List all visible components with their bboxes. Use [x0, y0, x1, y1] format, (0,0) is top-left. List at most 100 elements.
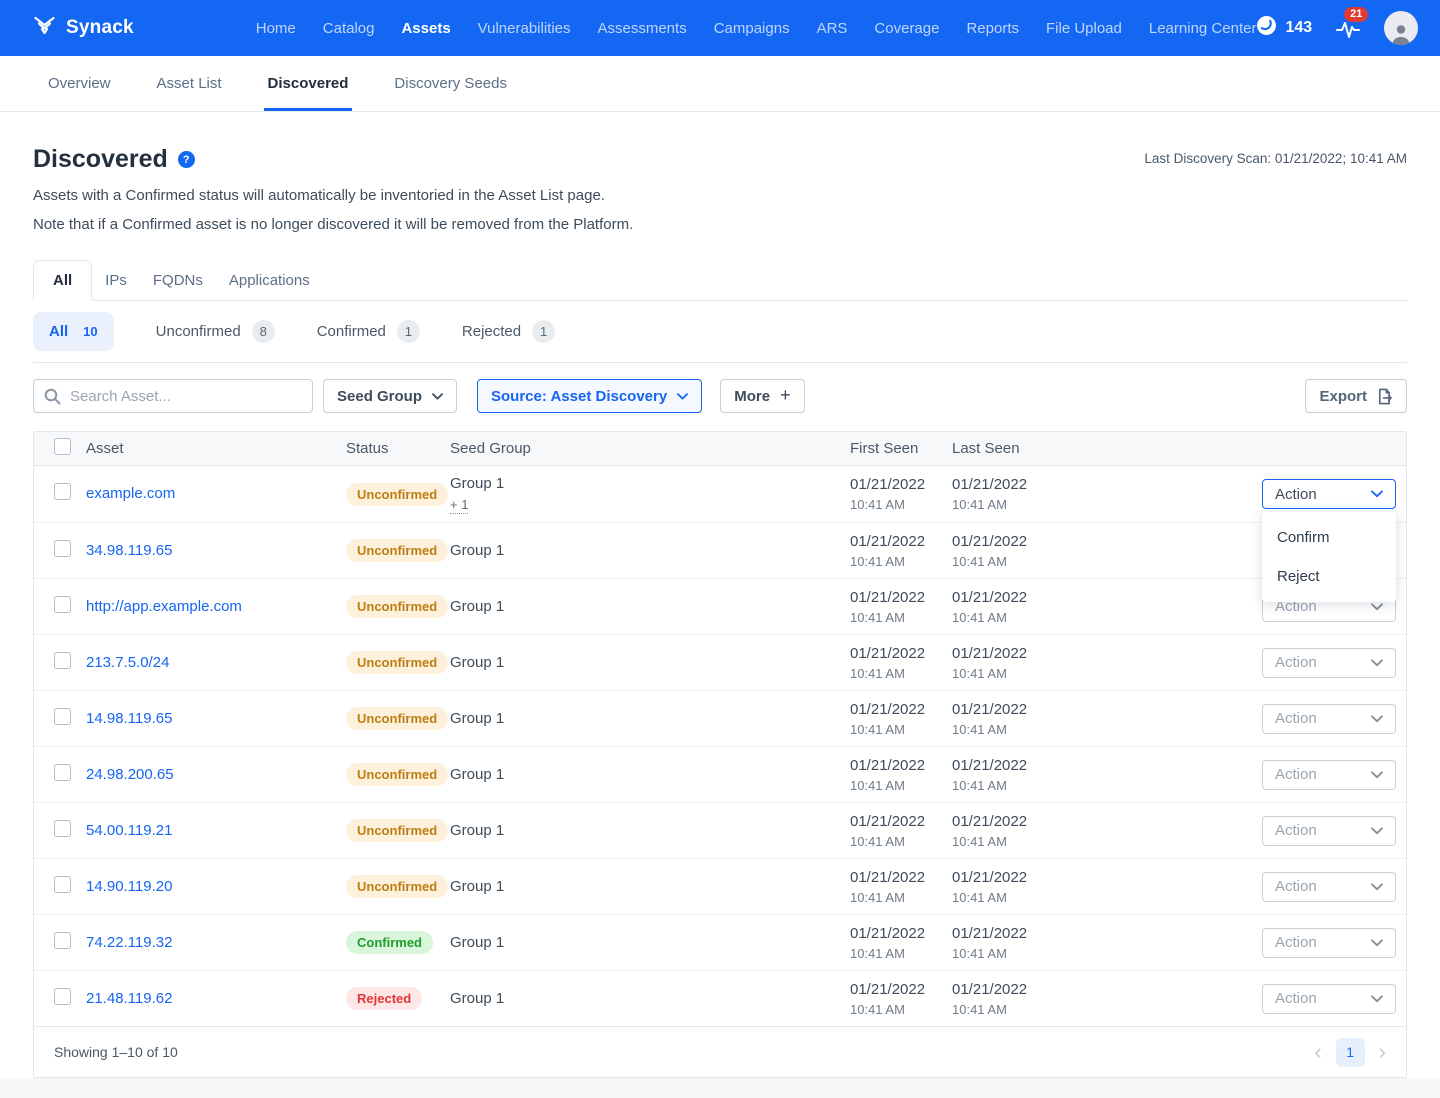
action-dropdown-button[interactable]: Action — [1262, 816, 1396, 846]
previous-page-button[interactable]: ‹ — [1314, 1041, 1321, 1063]
asset-type-tab[interactable]: Applications — [216, 261, 323, 300]
status-badge: Unconfirmed — [346, 651, 448, 674]
top-nav-item[interactable]: Catalog — [323, 20, 375, 37]
asset-link[interactable]: http://app.example.com — [86, 598, 242, 615]
top-nav-item[interactable]: Campaigns — [714, 20, 790, 37]
row-checkbox[interactable] — [54, 708, 71, 725]
asset-link[interactable]: 74.22.119.32 — [86, 934, 172, 951]
discovered-assets-table: Asset Status Seed Group First Seen Last … — [33, 431, 1407, 1078]
help-icon[interactable]: ? — [178, 151, 195, 168]
asset-link[interactable]: 14.90.119.20 — [86, 878, 172, 895]
top-nav-item[interactable]: Assessments — [598, 20, 687, 37]
credits-indicator[interactable]: 143 — [1256, 15, 1312, 41]
row-checkbox[interactable] — [54, 820, 71, 837]
next-page-button[interactable]: › — [1379, 1041, 1386, 1063]
asset-link[interactable]: example.com — [86, 485, 175, 502]
status-filter[interactable]: All 10 — [33, 312, 114, 351]
subnav-item[interactable]: Overview — [44, 56, 115, 111]
last-seen-date: 01/21/2022 — [952, 701, 1230, 718]
asset-link[interactable]: 21.48.119.62 — [86, 990, 172, 1007]
action-dropdown-button[interactable]: Action — [1262, 872, 1396, 902]
action-cell: Action Confirm Reject — [1230, 928, 1406, 958]
row-checkbox[interactable] — [54, 764, 71, 781]
row-checkbox[interactable] — [54, 932, 71, 949]
row-checkbox[interactable] — [54, 596, 71, 613]
seed-group-extra[interactable]: + 1 — [450, 497, 468, 514]
action-dropdown-button[interactable]: Action — [1262, 479, 1396, 509]
last-seen-date: 01/21/2022 — [952, 533, 1230, 550]
seed-group-label: Seed Group — [337, 388, 422, 405]
first-seen-time: 10:41 AM — [850, 890, 952, 905]
avatar[interactable] — [1384, 11, 1418, 45]
first-seen-date: 01/21/2022 — [850, 981, 952, 998]
action-dropdown-button[interactable]: Action — [1262, 648, 1396, 678]
action-dropdown-button[interactable]: Action — [1262, 704, 1396, 734]
seed-group-value: Group 1 — [450, 822, 850, 839]
status-filter[interactable]: Confirmed 1 — [317, 312, 420, 351]
top-nav-item[interactable]: Assets — [401, 20, 450, 37]
column-header-status: Status — [346, 440, 450, 457]
action-menu-item-confirm[interactable]: Confirm — [1262, 518, 1396, 557]
page-number-button[interactable]: 1 — [1336, 1038, 1365, 1067]
status-filter[interactable]: Unconfirmed 8 — [156, 312, 275, 351]
action-menu-item-reject[interactable]: Reject — [1262, 557, 1396, 596]
asset-sub-navigation: Overview Asset List Discovered Discovery Se… — [0, 56, 1440, 112]
action-dropdown-button[interactable]: Action — [1262, 928, 1396, 958]
last-seen-date: 01/21/2022 — [952, 869, 1230, 886]
status-badge: Unconfirmed — [346, 875, 448, 898]
more-filters-button[interactable]: More + — [720, 379, 804, 413]
seed-group-value: Group 1 — [450, 710, 850, 727]
action-dropdown-button[interactable]: Action — [1262, 760, 1396, 790]
asset-type-tab[interactable]: FQDNs — [140, 261, 216, 300]
search-icon — [44, 388, 61, 405]
first-seen-date: 01/21/2022 — [850, 757, 952, 774]
seed-group-value: Group 1 — [450, 654, 850, 671]
plus-icon: + — [780, 385, 791, 406]
status-badge: Unconfirmed — [346, 707, 448, 730]
status-filter-label: All — [49, 323, 68, 340]
asset-type-tab[interactable]: IPs — [92, 261, 140, 300]
chevron-down-icon — [1371, 490, 1383, 498]
top-nav-item[interactable]: Learning Center — [1149, 20, 1257, 37]
asset-link[interactable]: 24.98.200.65 — [86, 766, 174, 783]
last-seen-date: 01/21/2022 — [952, 757, 1230, 774]
seed-group-filter-button[interactable]: Seed Group — [323, 379, 457, 413]
first-seen-date: 01/21/2022 — [850, 813, 952, 830]
subnav-item[interactable]: Discovery Seeds — [390, 56, 511, 111]
status-filter-bar: All 10 Unconfirmed 8 Confirmed 1 Rejecte… — [33, 301, 1407, 363]
row-checkbox[interactable] — [54, 483, 71, 500]
asset-link[interactable]: 213.7.5.0/24 — [86, 654, 169, 671]
row-checkbox[interactable] — [54, 876, 71, 893]
action-dropdown-button[interactable]: Action — [1262, 984, 1396, 1014]
row-checkbox[interactable] — [54, 988, 71, 1005]
select-all-checkbox[interactable] — [54, 438, 71, 455]
top-nav-item[interactable]: Home — [256, 20, 296, 37]
top-nav-item[interactable]: Coverage — [874, 20, 939, 37]
asset-link[interactable]: 34.98.119.65 — [86, 542, 172, 559]
action-dropdown-menu: Confirm Reject — [1262, 512, 1396, 602]
top-nav-item[interactable]: Reports — [966, 20, 1019, 37]
status-filter[interactable]: Rejected 1 — [462, 312, 555, 351]
search-asset-input[interactable] — [33, 379, 313, 413]
row-checkbox[interactable] — [54, 652, 71, 669]
asset-link[interactable]: 14.98.119.65 — [86, 710, 172, 727]
export-button[interactable]: Export — [1305, 379, 1407, 413]
table-row: 14.90.119.20 Unconfirmed Group 1 01/21/2… — [34, 858, 1406, 914]
source-filter-button[interactable]: Source: Asset Discovery — [477, 379, 702, 413]
action-label: Action — [1275, 990, 1317, 1007]
synack-logo[interactable]: Synack — [32, 14, 134, 43]
row-checkbox[interactable] — [54, 540, 71, 557]
top-nav-item[interactable]: Vulnerabilities — [478, 20, 571, 37]
status-filter-count: 8 — [252, 320, 275, 343]
notifications-button[interactable]: 21 — [1336, 13, 1360, 44]
last-seen-date: 01/21/2022 — [952, 981, 1230, 998]
first-seen-date: 01/21/2022 — [850, 476, 952, 493]
action-label: Action — [1275, 878, 1317, 895]
top-nav-item[interactable]: File Upload — [1046, 20, 1122, 37]
asset-link[interactable]: 54.00.119.21 — [86, 822, 172, 839]
top-nav-item[interactable]: ARS — [817, 20, 848, 37]
subnav-item[interactable]: Asset List — [153, 56, 226, 111]
subnav-item[interactable]: Discovered — [264, 56, 353, 111]
status-filter-label: Confirmed — [317, 323, 386, 340]
asset-type-tab[interactable]: All — [33, 260, 92, 301]
